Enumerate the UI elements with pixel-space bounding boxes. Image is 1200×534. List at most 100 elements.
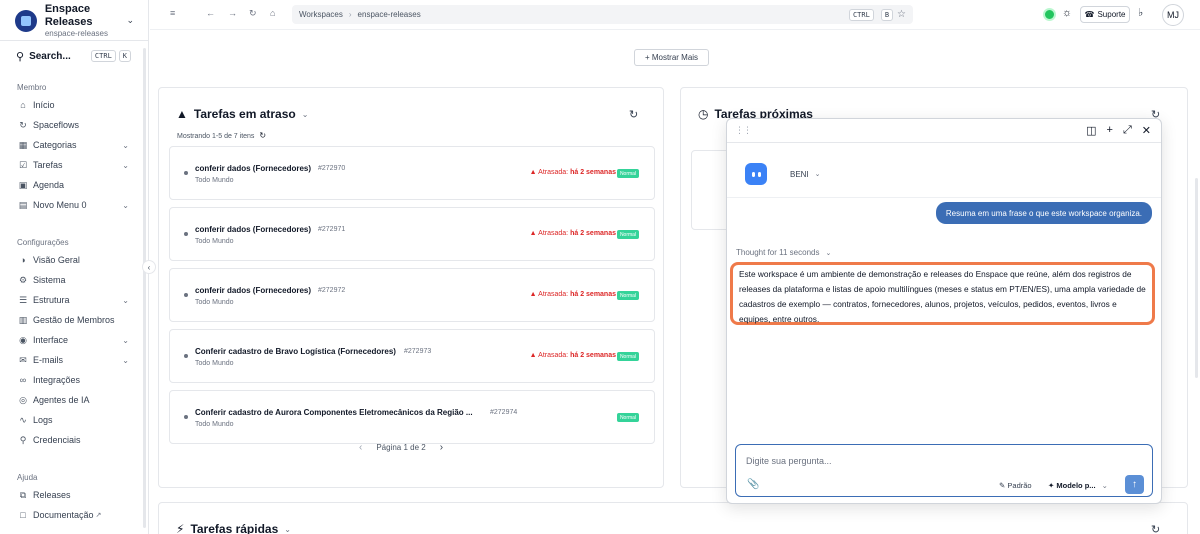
collapse-sidebar-button[interactable]: ‹ [142, 260, 156, 274]
task-id: #272971 [318, 226, 346, 233]
search-button[interactable]: ⚲ Search... CTRL K [16, 48, 131, 64]
sidebar-item-inicio[interactable]: ⌂ Início [17, 95, 129, 115]
mail-icon: ✉ [19, 354, 27, 365]
sidebar-item-estrutura[interactable]: ☰ Estrutura ⌄ [17, 290, 129, 310]
expand-icon[interactable]: ⤢ [1123, 124, 1132, 137]
paperclip-icon[interactable]: 📎 [747, 479, 759, 490]
bell-icon[interactable]: ♭ [1138, 6, 1143, 19]
sidebar-toggle-icon[interactable]: ◫ [1086, 124, 1096, 137]
sidebar-item-releases[interactable]: ⧉ Releases [17, 485, 129, 505]
task-item[interactable]: Conferir cadastro de Bravo Logística (Fo… [169, 329, 655, 383]
sidebar-item-sistema[interactable]: ⚙ Sistema [17, 270, 129, 290]
home-icon: ⌂ [20, 100, 26, 110]
task-late-status: ▲ Atrasada: há 2 semanas [529, 230, 616, 237]
chevron-down-icon: ⌄ [122, 295, 129, 305]
close-icon[interactable]: ✕ [1142, 124, 1151, 137]
page-scrollbar[interactable] [1195, 178, 1198, 378]
database-icon: ☰ [18, 294, 28, 305]
sun-icon[interactable]: ☼ [1062, 7, 1072, 19]
prev-page-button[interactable]: ‹ [359, 442, 362, 453]
refresh-icon[interactable]: ↻ [259, 131, 266, 140]
quick-title[interactable]: ⚡ Tarefas rápidas ⌄ [176, 522, 291, 534]
sidebar-item-visao-geral[interactable]: ◑ Visão Geral [17, 250, 129, 270]
agent-selector[interactable]: BENI ⌄ [745, 161, 1145, 187]
logs-icon: ∿ [19, 414, 27, 425]
task-item[interactable]: conferir dados (Fornecedores) #272972 To… [169, 268, 655, 322]
refresh-icon[interactable]: ↻ [1151, 523, 1160, 534]
status-indicator[interactable] [1043, 8, 1056, 21]
sidebar-item-agenda[interactable]: ▣ Agenda [17, 175, 129, 195]
support-button[interactable]: ☎ Suporte [1080, 6, 1130, 23]
user-message: Resuma em uma frase o que este workspace… [935, 202, 1152, 224]
kbd-k: K [118, 50, 131, 62]
sidebar-item-agentes-ia[interactable]: ◎ Agentes de IA [17, 390, 129, 410]
task-title: conferir dados (Fornecedores) [195, 164, 312, 173]
task-assignee: Todo Mundo [195, 421, 234, 428]
sidebar-item-novo-menu[interactable]: ▤ Novo Menu 0 ⌄ [17, 195, 129, 215]
interface-icon: ◉ [19, 334, 27, 345]
settings-sliders-icon[interactable]: ≡ [170, 8, 175, 18]
showing-count: Mostrando 1-5 de 7 itens ↻ [177, 131, 267, 140]
workspace-switcher[interactable]: Enspace Releases enspace-releases ⌄ [8, 3, 140, 38]
overdue-title[interactable]: ▲ Tarefas em atraso ⌄ [176, 107, 308, 121]
breadcrumb: Workspaces › enspace-releases CTRL B ☆ [292, 5, 913, 24]
refresh-icon[interactable]: ↻ [629, 108, 638, 121]
ai-chat-panel: ⋮⋮ ◫ + ⤢ ✕ BENI ⌄ Resuma em uma frase o … [726, 118, 1162, 504]
sidebar-item-interface[interactable]: ◉ Interface ⌄ [17, 330, 129, 350]
breadcrumb-current[interactable]: enspace-releases [358, 10, 421, 19]
home-icon[interactable]: ⌂ [270, 8, 275, 18]
chevron-down-icon: ⌄ [122, 355, 129, 365]
section-label-membro: Membro [17, 83, 47, 92]
workspace-logo [15, 10, 37, 32]
mode-selector[interactable]: ✎ Padrão [999, 481, 1032, 490]
section-label-configuracoes: Configurações [17, 238, 69, 247]
sidebar-item-credenciais[interactable]: ⚲ Credenciais [17, 430, 129, 450]
plus-icon[interactable]: + [1107, 124, 1113, 137]
thought-toggle[interactable]: Thought for 11 seconds ⌄ [736, 248, 831, 257]
sidebar-scrollbar[interactable] [143, 48, 146, 528]
task-item[interactable]: Conferir cadastro de Aurora Componentes … [169, 390, 655, 444]
plug-icon: ∞ [19, 375, 27, 385]
task-item[interactable]: conferir dados (Fornecedores) #272971 To… [169, 207, 655, 261]
task-title: Conferir cadastro de Bravo Logística (Fo… [195, 347, 396, 356]
priority-badge: Normal [617, 291, 639, 300]
chevron-down-icon: ⌄ [122, 140, 129, 150]
sidebar-item-logs[interactable]: ∿ Logs [17, 410, 129, 430]
sidebar-item-tarefas[interactable]: ☑ Tarefas ⌄ [17, 155, 129, 175]
chevron-down-icon: ⌄ [825, 249, 832, 257]
search-label: Search... [29, 50, 71, 62]
sidebar-item-integracoes[interactable]: ∞ Integrações [17, 370, 129, 390]
breadcrumb-workspaces[interactable]: Workspaces [299, 10, 343, 19]
task-item[interactable]: conferir dados (Fornecedores) #272970 To… [169, 146, 655, 200]
chat-input[interactable] [746, 453, 1126, 469]
task-title: conferir dados (Fornecedores) [195, 225, 312, 234]
sidebar-item-categorias[interactable]: ▦ Categorias ⌄ [17, 135, 129, 155]
avatar[interactable]: MJ [1162, 4, 1184, 26]
sidebar-item-emails[interactable]: ✉ E-mails ⌄ [17, 350, 129, 370]
task-late-status: ▲ Atrasada: há 2 semanas [529, 169, 616, 176]
reload-icon[interactable]: ↻ [249, 8, 257, 19]
priority-badge: Normal [617, 230, 639, 239]
chevron-down-icon[interactable]: ⌄ [126, 15, 134, 26]
pagination: ‹ Página 1 de 2 › [359, 442, 443, 453]
sidebar-item-gestao-membros[interactable]: ▥ Gestão de Membros [17, 310, 129, 330]
sidebar-item-documentacao[interactable]: □ Documentação ↗ [17, 505, 129, 525]
task-late-status: ▲ Atrasada: há 2 semanas [529, 291, 616, 298]
model-selector[interactable]: ✦ Modelo p... ⌄ [1048, 481, 1108, 490]
next-page-button[interactable]: › [440, 442, 443, 453]
chevron-down-icon: ⌄ [814, 171, 821, 178]
priority-badge: Normal [617, 413, 639, 422]
key-icon: ⚲ [19, 434, 27, 445]
forward-icon[interactable]: → [228, 8, 237, 18]
kbd-ctrl: CTRL [848, 8, 874, 21]
sidebar-item-spaceflows[interactable]: ↻ Spaceflows [17, 115, 129, 135]
drag-handle-icon[interactable]: ⋮⋮ [735, 125, 752, 136]
kbd-b: B [880, 8, 894, 21]
star-icon[interactable]: ☆ [897, 9, 906, 20]
releases-icon: ⧉ [19, 489, 27, 500]
clock-icon: ◷ [698, 107, 709, 121]
topbar: ≡ ← → ↻ ⌂ Workspaces › enspace-releases … [150, 0, 1200, 30]
show-more-button[interactable]: + Mostrar Mais [634, 49, 709, 66]
send-button[interactable]: ↑ [1125, 475, 1144, 494]
back-icon[interactable]: ← [206, 8, 215, 18]
